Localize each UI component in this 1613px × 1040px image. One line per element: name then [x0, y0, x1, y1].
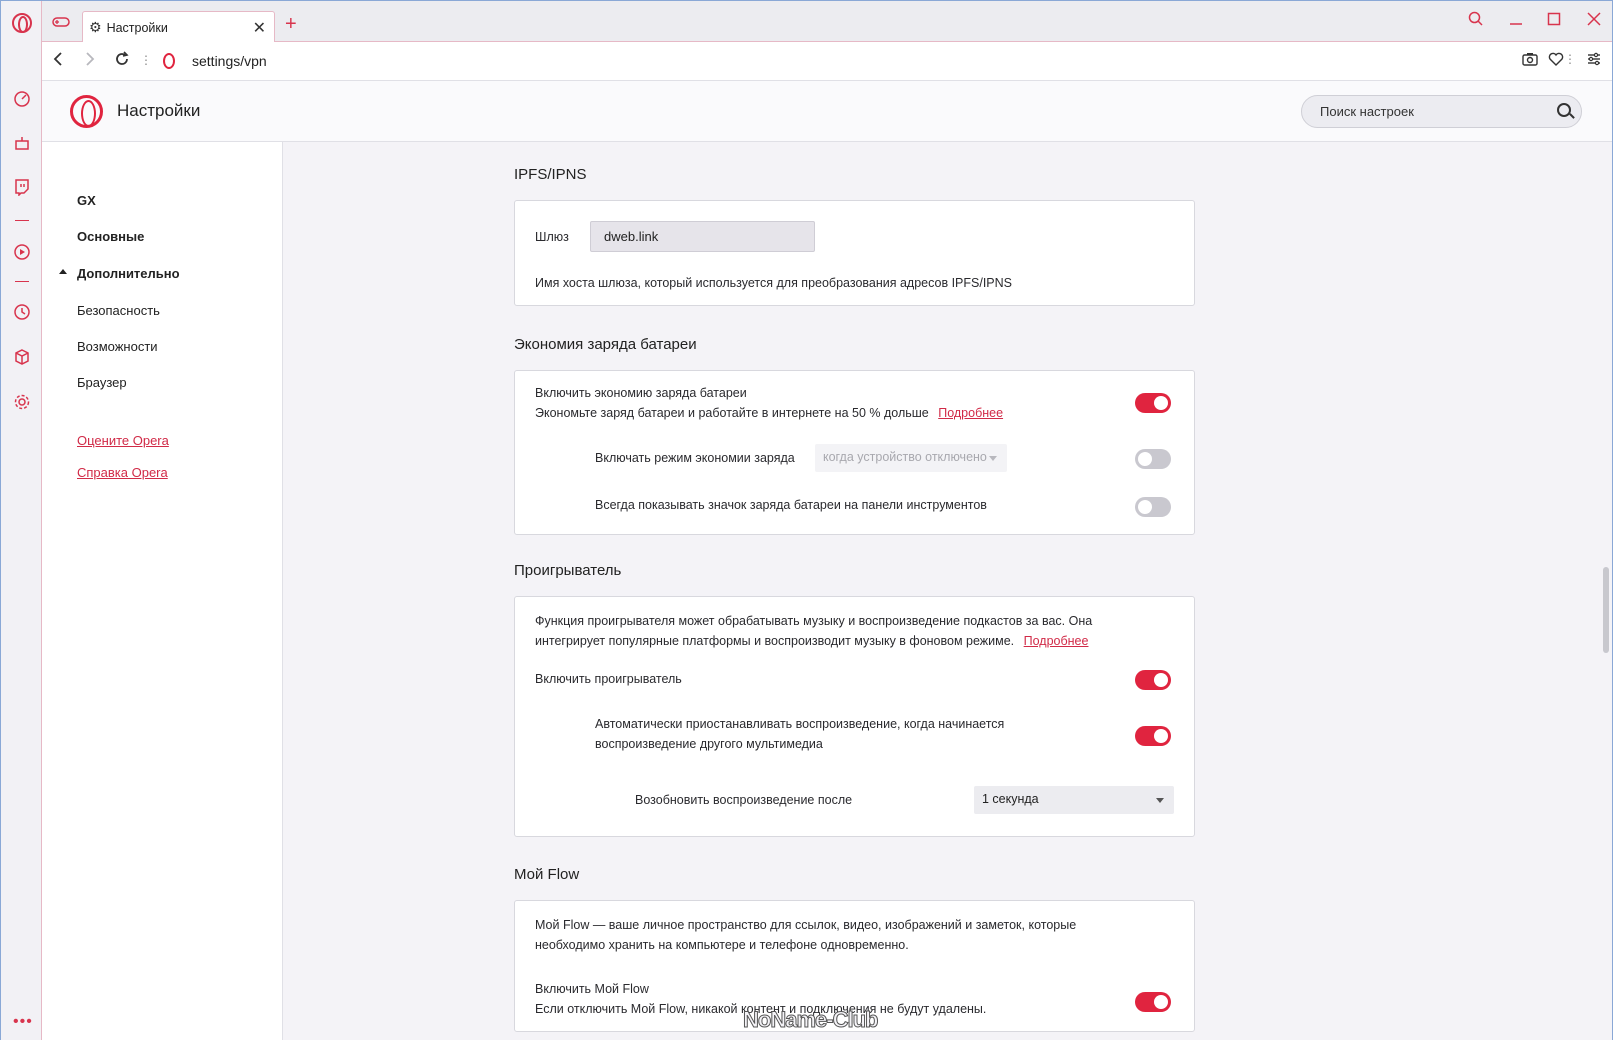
- snapshot-icon[interactable]: [1522, 52, 1538, 70]
- player-enable-toggle[interactable]: [1135, 670, 1171, 690]
- player-resume-value: 1 секунда: [982, 792, 1039, 806]
- player-autopause-line1: Автоматически приостанавливать воспроизв…: [595, 717, 1005, 731]
- section-title-player: Проигрыватель: [514, 562, 622, 579]
- easy-setup-icon[interactable]: [1586, 52, 1602, 70]
- close-tab-icon[interactable]: ✕: [253, 18, 266, 38]
- flow-enable-toggle[interactable]: [1135, 992, 1171, 1012]
- settings-content: IPFS/IPNS Шлюз dweb.link Имя хоста шлюза…: [283, 142, 1612, 1040]
- player-more-link[interactable]: Подробнее: [1024, 634, 1089, 648]
- gear-icon: ⚙: [89, 19, 102, 35]
- search-tabs-icon[interactable]: [1466, 11, 1486, 32]
- battery-enable-label: Включить экономию заряда батареи: [535, 386, 747, 400]
- player-autopause-toggle[interactable]: [1135, 726, 1171, 746]
- caret-up-icon: [59, 269, 67, 274]
- heart-icon[interactable]: [1548, 52, 1564, 70]
- battery-desc-text: Экономьте заряд батареи и работайте в ин…: [535, 406, 929, 420]
- settings-search[interactable]: [1301, 95, 1582, 128]
- gx-corner-icon[interactable]: [11, 132, 33, 154]
- browser-window: ••• ⚙ Настройки ✕ + ⋮ settings/vpn ⋮ Нас…: [0, 0, 1613, 1040]
- separator-icon: ⋮: [1564, 52, 1576, 66]
- twitch-icon[interactable]: [11, 176, 33, 198]
- sidebar-divider: [15, 281, 29, 282]
- page-title: Настройки: [117, 101, 201, 120]
- opera-logo-icon: [163, 53, 175, 69]
- section-title-ipfs: IPFS/IPNS: [514, 166, 587, 183]
- player-card: Функция проигрывателя может обрабатывать…: [514, 596, 1195, 837]
- battery-mode-toggle[interactable]: [1135, 449, 1171, 469]
- tab-title: Настройки: [106, 20, 168, 35]
- settings-icon[interactable]: [11, 391, 33, 413]
- watermark: NoName-Club: [742, 1007, 878, 1033]
- nav-item-basic[interactable]: Основные: [77, 229, 144, 244]
- search-icon[interactable]: [1557, 103, 1571, 117]
- tab-settings[interactable]: ⚙ Настройки ✕: [82, 11, 275, 43]
- opera-logo-icon: [70, 95, 103, 128]
- settings-nav: GX Основные Дополнительно Безопасность В…: [42, 142, 283, 1040]
- nav-item-advanced[interactable]: Дополнительно: [77, 266, 180, 281]
- close-window-button[interactable]: [1584, 11, 1604, 32]
- battery-enable-toggle[interactable]: [1135, 393, 1171, 413]
- url-text[interactable]: settings/vpn: [192, 53, 267, 69]
- scrollbar-thumb[interactable]: [1603, 567, 1609, 653]
- tab-bar: ⚙ Настройки ✕ +: [42, 1, 1612, 43]
- gateway-field[interactable]: dweb.link: [590, 221, 815, 252]
- opera-menu-icon[interactable]: [12, 13, 32, 33]
- history-icon[interactable]: [11, 301, 33, 323]
- battery-mode-value: когда устройство отключено: [823, 450, 987, 464]
- sidebar-strip: •••: [1, 1, 42, 1040]
- flow-desc-line2: необходимо хранить на компьютере и телеф…: [535, 938, 909, 952]
- section-title-flow: Мой Flow: [514, 866, 580, 883]
- extensions-icon[interactable]: [11, 346, 33, 368]
- player-enable-label: Включить проигрыватель: [535, 672, 682, 686]
- player-resume-label: Возобновить воспроизведение после: [635, 793, 853, 807]
- minimize-button[interactable]: [1506, 11, 1526, 32]
- new-tab-button[interactable]: +: [285, 13, 297, 36]
- nav-item-security[interactable]: Безопасность: [77, 303, 160, 318]
- flow-enable-label: Включить Мой Flow: [535, 982, 649, 996]
- gamepad-icon[interactable]: [52, 15, 70, 29]
- nav-item-features[interactable]: Возможности: [77, 339, 158, 354]
- gateway-help: Имя хоста шлюза, который используется дл…: [535, 276, 1013, 290]
- nav-item-browser[interactable]: Браузер: [77, 375, 127, 390]
- forward-button[interactable]: [84, 50, 96, 73]
- player-resume-select[interactable]: 1 секунда: [974, 786, 1174, 814]
- chevron-down-icon: [989, 456, 997, 461]
- nav-item-gx[interactable]: GX: [77, 193, 96, 208]
- chevron-down-icon: [1156, 798, 1164, 803]
- flow-desc-line1: Мой Flow — ваше личное пространство для …: [535, 918, 1077, 932]
- opera-help-link[interactable]: Справка Opera: [77, 465, 168, 480]
- rate-opera-link[interactable]: Оцените Opera: [77, 433, 169, 448]
- separator-icon: ⋮: [140, 53, 152, 67]
- battery-mode-label: Включать режим экономии заряда: [595, 451, 795, 465]
- sidebar-divider: [15, 220, 29, 221]
- player-desc-line2: интегрирует популярные платформы и воспр…: [535, 631, 1088, 651]
- battery-enable-desc: Экономьте заряд батареи и работайте в ин…: [535, 403, 1003, 423]
- maximize-button[interactable]: [1544, 11, 1564, 32]
- player-desc-line1: Функция проигрывателя может обрабатывать…: [535, 614, 1093, 628]
- battery-card: Включить экономию заряда батареи Экономь…: [514, 370, 1195, 535]
- address-bar: ⋮ settings/vpn ⋮: [42, 42, 1612, 81]
- search-input[interactable]: [1302, 96, 1532, 127]
- section-title-battery: Экономия заряда батареи: [514, 336, 697, 353]
- back-button[interactable]: [52, 50, 64, 73]
- player-desc-text: интегрирует популярные платформы и воспр…: [535, 634, 1015, 648]
- battery-icon-label: Всегда показывать значок заряда батареи …: [595, 498, 987, 512]
- more-icon[interactable]: •••: [13, 1013, 33, 1031]
- battery-icon-toggle[interactable]: [1135, 497, 1171, 517]
- reload-button[interactable]: [114, 50, 130, 73]
- gateway-label: Шлюз: [535, 230, 569, 244]
- ipfs-card: Шлюз dweb.link Имя хоста шлюза, который …: [514, 200, 1195, 306]
- settings-header: Настройки: [42, 81, 1612, 142]
- battery-mode-select[interactable]: когда устройство отключено: [815, 444, 1007, 472]
- battery-more-link[interactable]: Подробнее: [938, 406, 1003, 420]
- player-icon[interactable]: [11, 241, 33, 263]
- speed-dial-icon[interactable]: [11, 88, 33, 110]
- player-autopause-line2: воспроизведение другого мультимедиа: [595, 737, 823, 751]
